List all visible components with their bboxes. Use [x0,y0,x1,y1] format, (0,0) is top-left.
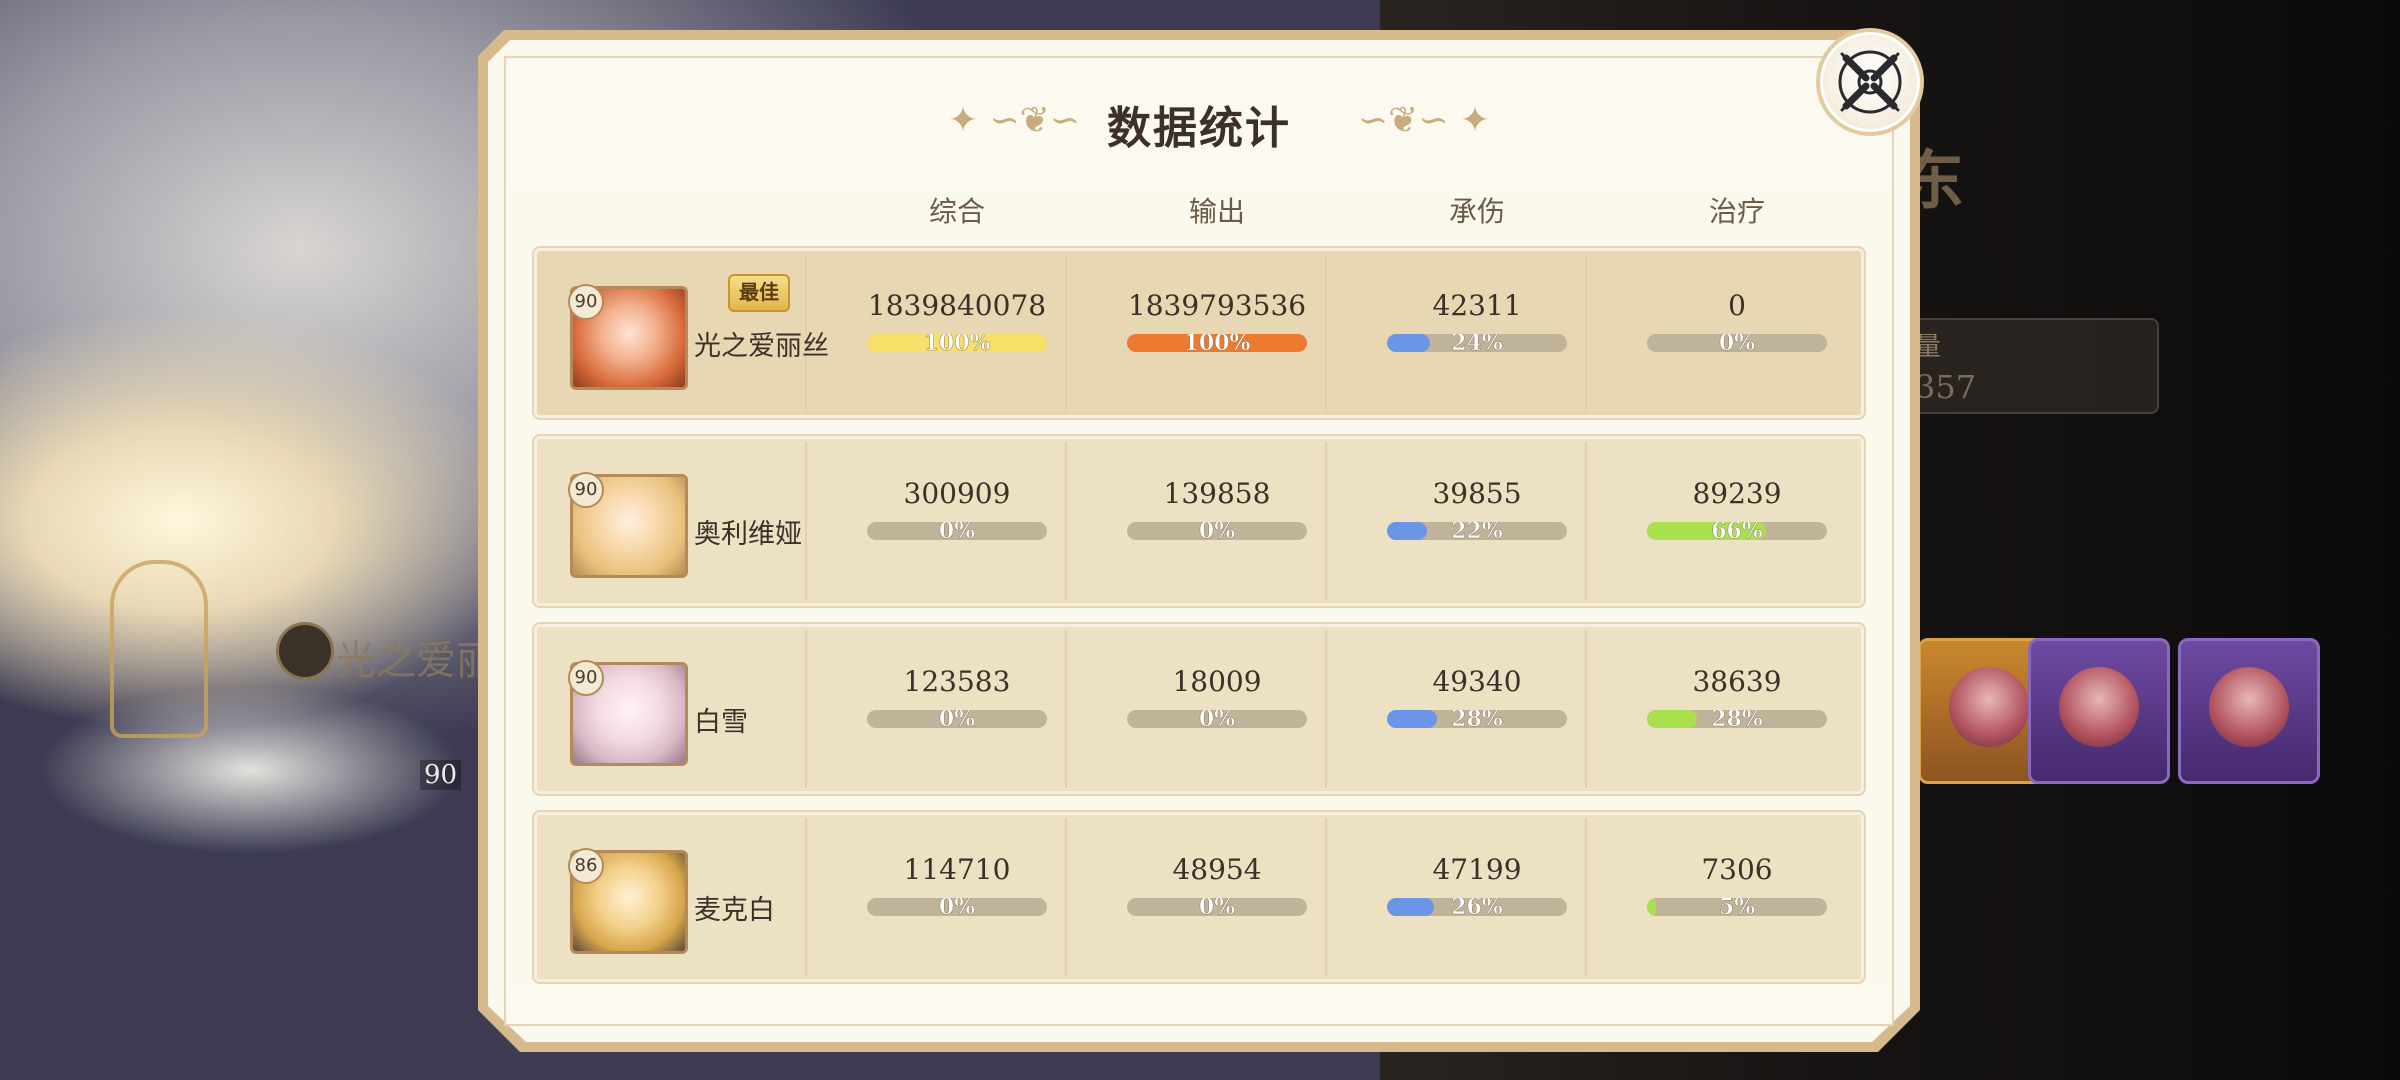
stat-bar: 66% [1647,522,1827,540]
stat-bar: 100% [867,334,1047,352]
stat-cell-overall: 123583 0% [827,662,1087,728]
stat-value: 7306 [1701,853,1773,886]
hero-card[interactable] [2178,638,2320,784]
stat-value: 1839840078 [867,289,1047,322]
stat-percent: 0% [1718,334,1756,352]
hero-card[interactable] [2028,638,2170,784]
stat-value: 89239 [1692,477,1782,510]
stat-percent: 0% [1198,710,1236,728]
stat-bar: 28% [1387,710,1567,728]
stat-value: 300909 [903,477,1011,510]
stat-value: 114710 [903,853,1011,886]
stat-percent: 26% [1451,898,1503,916]
stat-value: 18009 [1172,665,1262,698]
stats-dialog: ✦ ∽❦∽ ∽❦∽ ✦ 数据统计 综合 输出 承伤 治疗 90 最佳 光之爱丽丝 18… [478,28,1924,1052]
stat-cell-damage-taken: 47199 26% [1347,850,1607,916]
lantern-icon [110,560,208,738]
background-hero-name: 光之爱丽 [336,638,496,684]
stat-value: 48954 [1172,853,1262,886]
stat-bar: 26% [1387,898,1567,916]
hero-name: 麦克白 [694,895,775,926]
stat-value: 1839793536 [1127,289,1307,322]
stat-bar: 0% [1647,334,1827,352]
hero-level: 86 [568,848,604,884]
hero-portrait [2209,667,2289,747]
stat-cell-overall: 300909 0% [827,474,1087,540]
stat-bar: 0% [1127,898,1307,916]
stat-bar: 0% [867,898,1047,916]
stat-bar: 0% [1127,710,1307,728]
stat-value: 139858 [1163,477,1271,510]
stat-bar: 0% [1127,522,1307,540]
hero-name: 光之爱丽丝 [694,331,829,362]
side-stat-value: 357 [1915,368,1977,406]
stat-cell-healing: 38639 28% [1607,662,1867,728]
close-button[interactable] [1816,28,1924,136]
stat-bar: 0% [867,522,1047,540]
stat-cell-healing: 89239 66% [1607,474,1867,540]
stat-percent: 22% [1451,522,1503,540]
stat-cell-damage-taken: 49340 28% [1347,662,1607,728]
stat-cell-overall: 114710 0% [827,850,1087,916]
stat-value: 49340 [1432,665,1522,698]
column-header-overall: 综合 [928,195,985,228]
stat-percent: 100% [923,334,991,352]
stat-percent: 0% [1198,898,1236,916]
target-icon [276,622,334,680]
stat-percent: 0% [1198,522,1236,540]
stat-bar: 22% [1387,522,1567,540]
stat-value: 39855 [1432,477,1522,510]
stat-cell-damage-taken: 42311 24% [1347,286,1607,352]
stat-cell-damage: 139858 0% [1087,474,1347,540]
hero-level: 90 [568,660,604,696]
column-header-damage-taken: 承伤 [1448,195,1505,228]
stat-cell-healing: 0 0% [1607,286,1867,352]
close-icon [1838,50,1902,114]
stat-percent: 100% [1183,334,1251,352]
stat-bar: 28% [1647,710,1827,728]
stat-bar: 5% [1647,898,1827,916]
column-header-healing: 治疗 [1708,195,1765,228]
stat-percent: 5% [1718,898,1756,916]
stat-percent: 0% [938,898,976,916]
dialog-footer [508,988,1890,1024]
stat-value: 123583 [903,665,1011,698]
column-divider [805,630,807,788]
hero-level: 90 [568,284,604,320]
hero-portrait [2059,667,2139,747]
hero-name: 奥利维娅 [694,519,802,550]
dialog-title: 数据统计 [1107,103,1291,154]
hero-portrait [1949,667,2029,747]
stat-percent: 24% [1451,334,1503,352]
stat-cell-damage: 48954 0% [1087,850,1347,916]
stat-percent: 0% [938,522,976,540]
stat-cell-damage: 18009 0% [1087,662,1347,728]
stat-cell-healing: 7306 5% [1607,850,1867,916]
table-row: 90 奥利维娅 300909 0% 139858 0% 39855 22% 89239 66% [534,436,1864,606]
hero-level: 90 [568,472,604,508]
stat-bar: 100% [1127,334,1307,352]
hero-name: 白雪 [694,707,748,738]
stat-cell-damage: 1839793536 100% [1087,286,1347,352]
stat-percent: 28% [1711,710,1763,728]
column-header-damage: 输出 [1188,195,1245,228]
column-divider [805,442,807,600]
table-row: 86 麦克白 114710 0% 48954 0% 47199 26% 7306 5% [534,812,1864,982]
stat-cell-overall: 1839840078 100% [827,286,1087,352]
background-level: 90 [420,760,462,790]
column-divider [805,818,807,976]
best-badge: 最佳 [728,274,790,312]
stat-value: 42311 [1432,289,1522,322]
stat-value: 0 [1728,289,1746,322]
table-row: 90 最佳光之爱丽丝 1839840078 100% 1839793536 100% 423… [534,248,1864,418]
table-row: 90 白雪 123583 0% 18009 0% 49340 28% 38639 28% [534,624,1864,794]
stat-percent: 0% [938,710,976,728]
stat-value: 47199 [1432,853,1522,886]
stat-bar: 24% [1387,334,1567,352]
stat-cell-damage-taken: 39855 22% [1347,474,1607,540]
stat-bar: 0% [867,710,1047,728]
stat-percent: 28% [1451,710,1503,728]
stat-percent: 66% [1711,522,1763,540]
stat-value: 38639 [1692,665,1782,698]
